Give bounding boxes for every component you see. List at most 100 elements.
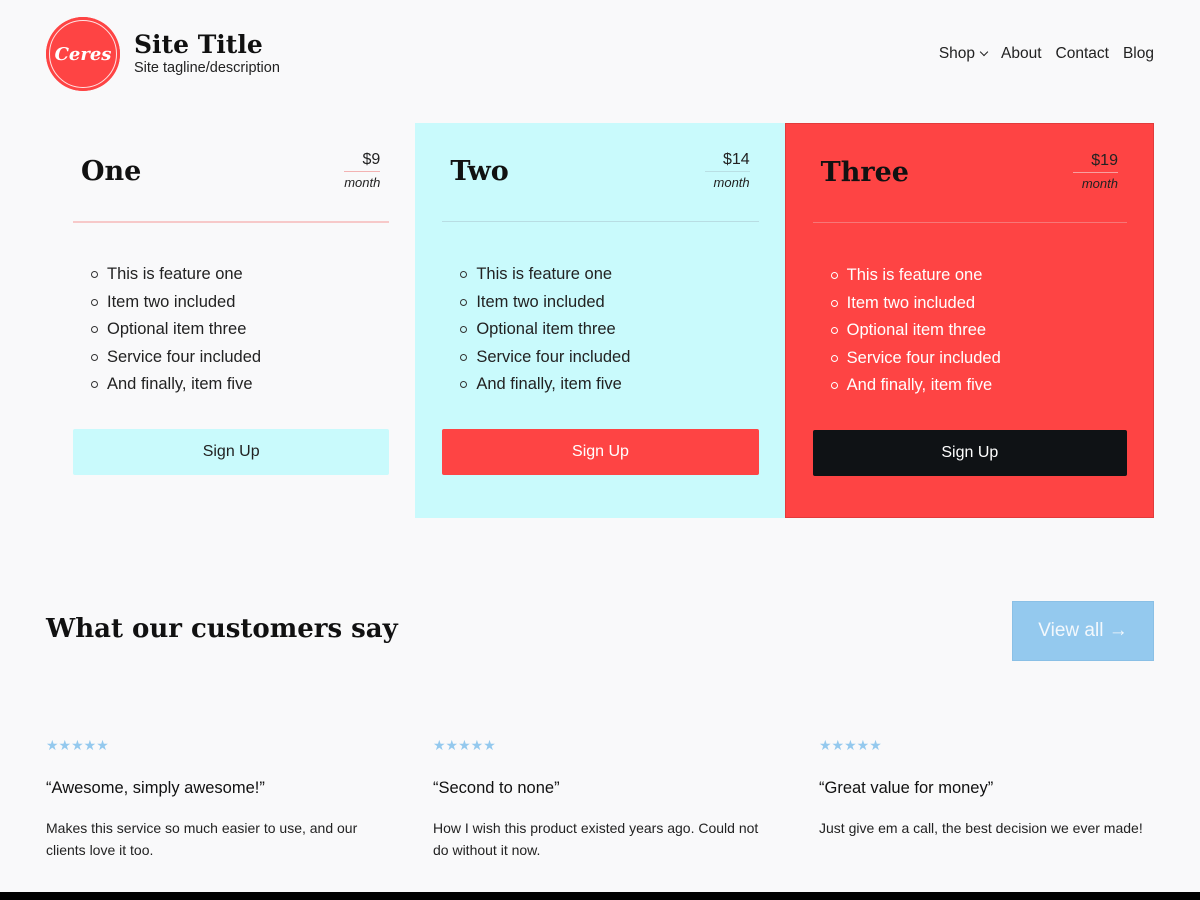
star-rating-icon: ★★★★★ (819, 737, 882, 753)
sign-up-button[interactable]: Sign Up (812, 430, 1127, 476)
feature-item: Optional item three (460, 316, 630, 344)
feature-text: Optional item three (107, 320, 247, 338)
price-period: month (713, 175, 750, 190)
feature-item: Item two included (91, 289, 261, 317)
price-amount: $14 (704, 151, 750, 172)
feature-text: Item two included (107, 292, 236, 311)
main-nav: Shop About Contact Blog (939, 45, 1154, 63)
divider (73, 221, 390, 223)
star-rating-icon: ★★★★★ (433, 737, 496, 753)
site-logo[interactable]: Ceres (46, 17, 120, 91)
plan-name: Three (820, 157, 909, 188)
testimonial-text: Just give em a call, the best decision w… (819, 820, 1143, 836)
feature-item: Item two included (830, 290, 1001, 318)
feature-text: This is feature one (476, 265, 613, 283)
feature-list: This is feature one Item two included Op… (91, 261, 261, 399)
price-amount: $19 (1073, 152, 1118, 173)
nav-item-about[interactable]: About (1001, 45, 1042, 63)
site-tagline: Site tagline/description (134, 60, 280, 76)
bullet-icon (460, 298, 468, 306)
feature-text: And finally, item five (476, 375, 622, 393)
feature-item: And finally, item five (460, 371, 630, 399)
nav-item-label: Blog (1122, 45, 1154, 62)
feature-text: Optional item three (476, 320, 616, 338)
feature-item: Optional item three (91, 316, 261, 344)
bullet-icon (460, 326, 468, 334)
feature-text: This is feature one (107, 265, 243, 283)
feature-item: This is feature one (91, 261, 261, 289)
nav-item-contact[interactable]: Contact (1056, 45, 1109, 63)
feature-list: This is feature one Item two included Op… (460, 261, 630, 399)
feature-item: Optional item three (830, 317, 1001, 345)
feature-text: And finally, item five (846, 376, 993, 394)
plan-name: Two (450, 156, 509, 187)
nav-item-label: Contact (1055, 45, 1109, 62)
feature-text: And finally, item five (107, 375, 253, 393)
feature-item: And finally, item five (830, 372, 1001, 400)
bullet-icon (91, 298, 98, 306)
bullet-icon (91, 326, 98, 334)
bullet-icon (91, 271, 98, 279)
footer-bar (0, 892, 1200, 900)
feature-text: Optional item three (846, 321, 987, 339)
chevron-down-icon (979, 47, 989, 57)
bullet-icon (91, 353, 98, 361)
bullet-icon (91, 381, 98, 389)
feature-text: This is feature one (846, 266, 983, 284)
sign-up-button[interactable]: Sign Up (442, 429, 759, 475)
feature-text: Item two included (476, 292, 605, 311)
testimonials-title: What our customers say (46, 614, 398, 644)
testimonial-card: ★★★★★ “Great value for money” Just give … (819, 737, 1159, 839)
bullet-icon (460, 353, 468, 361)
feature-text: Service four included (476, 347, 631, 366)
nav-item-label: Shop (938, 45, 976, 62)
feature-item: And finally, item five (91, 371, 261, 399)
bullet-icon (830, 327, 838, 335)
testimonial-text: Makes this service so much easier to use… (46, 820, 358, 858)
testimonial-quote: “Awesome, simply awesome!” (46, 779, 265, 797)
testimonial-quote: “Second to none” (433, 779, 560, 797)
bullet-icon (830, 382, 838, 390)
nav-item-blog[interactable]: Blog (1123, 45, 1154, 63)
site-title[interactable]: Site Title (134, 30, 263, 60)
price-amount: $9 (344, 151, 381, 172)
testimonial-card: ★★★★★ “Second to none” How I wish this p… (433, 737, 773, 861)
sign-up-button[interactable]: Sign Up (73, 429, 390, 475)
divider (442, 221, 759, 222)
bullet-icon (460, 271, 468, 279)
plan-price: $19 month (1073, 152, 1118, 191)
bullet-icon (830, 299, 838, 307)
feature-item: Service four included (91, 344, 261, 372)
plan-price: $14 month (704, 151, 750, 190)
testimonial-quote: “Great value for money” (819, 779, 994, 797)
feature-text: Service four included (846, 348, 1001, 367)
feature-text: Item two included (846, 293, 976, 312)
view-all-button[interactable]: View all → (1012, 601, 1154, 661)
plan-price: $9 month (344, 151, 381, 190)
pricing-plan-one: One $9 month This is feature one Item tw… (46, 123, 416, 518)
bullet-icon (830, 272, 838, 280)
pricing-plan-two: Two $14 month This is feature one Item t… (415, 123, 785, 518)
feature-item: This is feature one (460, 261, 630, 289)
plan-name: One (81, 156, 142, 187)
site-header: Ceres Site Title Site tagline/descriptio… (46, 17, 1154, 92)
price-period: month (1081, 176, 1118, 191)
star-rating-icon: ★★★★★ (46, 737, 109, 753)
testimonial-text: How I wish this product existed years ag… (433, 820, 759, 858)
pricing-table: One $9 month This is feature one Item tw… (46, 123, 1154, 518)
nav-item-shop[interactable]: Shop (938, 45, 989, 63)
feature-item: This is feature one (830, 262, 1001, 290)
nav-item-label: About (1001, 45, 1042, 62)
feature-item: Service four included (460, 344, 630, 372)
testimonial-card: ★★★★★ “Awesome, simply awesome!” Makes t… (46, 737, 386, 861)
feature-list: This is feature one Item two included Op… (830, 262, 1001, 400)
feature-item: Service four included (830, 345, 1001, 373)
divider (812, 222, 1127, 223)
bullet-icon (460, 381, 468, 389)
bullet-icon (830, 354, 838, 362)
feature-text: Service four included (107, 347, 262, 366)
logo-text: Ceres (54, 43, 112, 65)
pricing-plan-three: Three $19 month This is feature one Item… (784, 123, 1154, 518)
feature-item: Item two included (460, 289, 630, 317)
price-period: month (344, 175, 381, 190)
